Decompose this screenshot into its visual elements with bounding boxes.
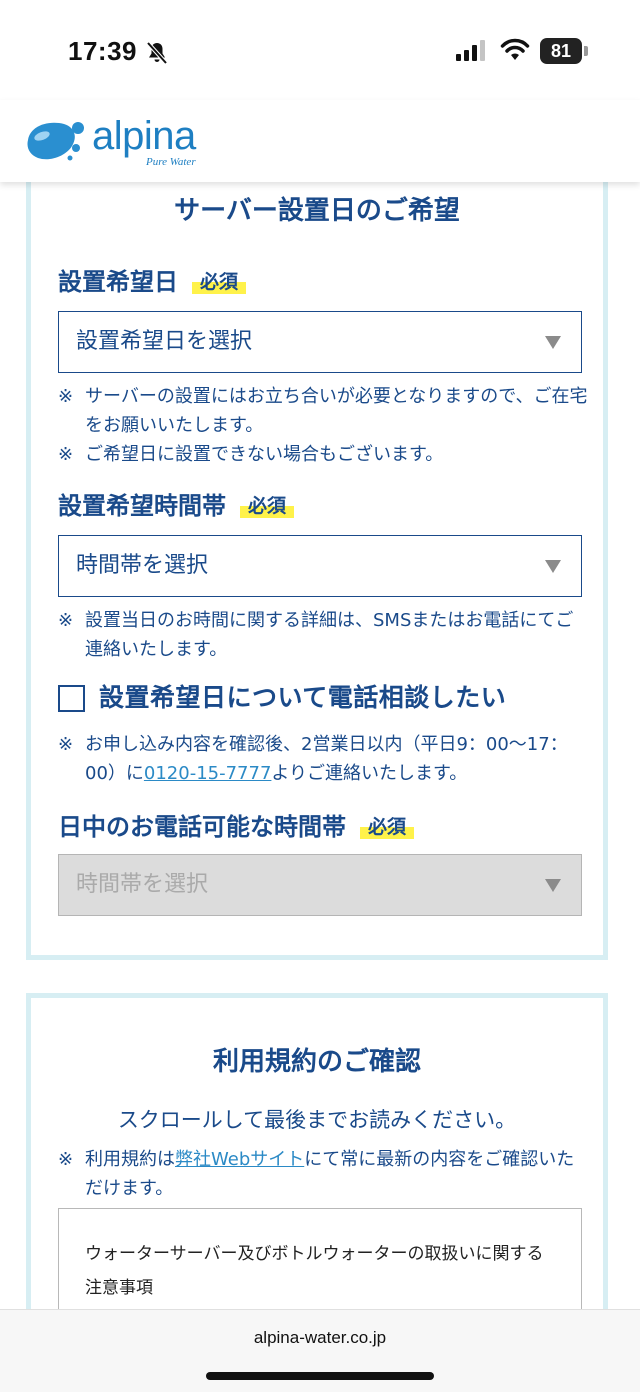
required-badge: 必須	[360, 812, 415, 839]
install-date-label: 設置希望日 必須	[58, 262, 247, 297]
browser-address-bar[interactable]: alpina-water.co.jp	[0, 1309, 640, 1392]
required-badge: 必須	[240, 491, 295, 518]
install-date-note-2: ※ ご希望日に設置できない場合もございます。	[58, 440, 588, 469]
note-mark: ※	[58, 386, 74, 407]
install-date-select[interactable]: 設置希望日を選択	[58, 311, 582, 373]
terms-title: 利用規約のご確認	[212, 1047, 421, 1077]
install-date-label-text: 設置希望日	[58, 268, 178, 296]
page-content[interactable]: サーバー設置日のご希望 設置希望日 必須 設置希望日を選択 ※ サーバーの設置には…	[0, 182, 640, 1309]
home-indicator[interactable]	[206, 1372, 434, 1380]
note-text-before: 利用規約は	[85, 1149, 175, 1170]
daytime-label: 日中のお電話可能な時間帯 必須	[58, 807, 415, 842]
terms-section: 利用規約のご確認 スクロールして最後までお読みください。 ※ 利用規約は弊社We…	[26, 993, 608, 1309]
install-time-label: 設置希望時間帯 必須	[58, 486, 295, 521]
install-date-select-value: 設置希望日を選択	[76, 329, 253, 354]
dropdown-arrow-icon	[545, 879, 561, 892]
daytime-select[interactable]: 時間帯を選択	[58, 854, 582, 916]
status-bar: 17:39 81	[0, 0, 640, 100]
daytime-select-value: 時間帯を選択	[76, 872, 209, 897]
install-time-select-value: 時間帯を選択	[76, 553, 209, 578]
phone-consult-checkbox[interactable]	[58, 685, 85, 712]
section-title: サーバー設置日のご希望	[174, 196, 460, 226]
status-time: 17:39	[68, 36, 137, 66]
note-text: ご希望日に設置できない場合もございます。	[85, 444, 444, 465]
note-text-after: よりご連絡いたします。	[271, 763, 468, 784]
install-time-select[interactable]: 時間帯を選択	[58, 535, 582, 597]
terms-body: ウォーターサーバー及びボトルウォーターの取扱いに関する注意事項	[85, 1244, 544, 1298]
note-mark: ※	[58, 610, 74, 631]
install-date-section: サーバー設置日のご希望 設置希望日 必須 設置希望日を選択 ※ サーバーの設置には…	[26, 182, 608, 960]
site-header: alpina Pure Water	[0, 100, 640, 182]
note-text: 設置当日のお時間に関する詳細は、SMSまたはお電話にてご連絡いたします。	[85, 610, 574, 660]
phone-consult-note: ※ お申し込み内容を確認後、2営業日以内（平日9：00〜17：00）に0120-…	[58, 730, 588, 788]
phone-consult-label[interactable]: 設置希望日について電話相談したい	[99, 678, 506, 714]
water-drop-logo-icon[interactable]	[26, 118, 90, 166]
terms-scroll-box[interactable]: ウォーターサーバー及びボトルウォーターの取扱いに関する注意事項	[58, 1208, 582, 1309]
battery-icon: 81	[540, 38, 582, 64]
note-mark: ※	[58, 734, 74, 755]
dropdown-arrow-icon	[545, 336, 561, 349]
wifi-icon	[500, 38, 530, 60]
note-mark: ※	[58, 444, 74, 465]
note-mark: ※	[58, 1149, 74, 1170]
terms-lead: スクロールして最後までお読みください。	[117, 1108, 517, 1132]
note-text: 利用規約は弊社Webサイトにて常に最新の内容をご確認いただけます。	[58, 1145, 588, 1203]
bell-muted-icon	[146, 41, 168, 65]
dropdown-arrow-icon	[545, 560, 561, 573]
logo-wordmark[interactable]: alpina	[92, 114, 196, 159]
install-time-label-text: 設置希望時間帯	[58, 492, 226, 520]
daytime-label-text: 日中のお電話可能な時間帯	[58, 813, 346, 841]
logo-tagline: Pure Water	[146, 156, 196, 168]
cellular-signal-icon	[456, 40, 485, 61]
install-time-note: ※ 設置当日のお時間に関する詳細は、SMSまたはお電話にてご連絡いたします。	[58, 606, 588, 664]
phone-number-link[interactable]: 0120-15-7777	[144, 763, 272, 784]
required-badge: 必須	[192, 267, 247, 294]
company-website-link[interactable]: 弊社Webサイト	[175, 1149, 304, 1170]
url-text[interactable]: alpina-water.co.jp	[0, 1328, 640, 1348]
note-text: サーバーの設置にはお立ち合いが必要となりますので、ご在宅をお願いいたします。	[85, 386, 588, 436]
note-text: お申し込み内容を確認後、2営業日以内（平日9：00〜17：00）に0120-15…	[58, 730, 588, 788]
install-date-note-1: ※ サーバーの設置にはお立ち合いが必要となりますので、ご在宅をお願いいたします。	[58, 382, 588, 440]
terms-note: ※ 利用規約は弊社Webサイトにて常に最新の内容をご確認いただけます。	[58, 1145, 588, 1203]
battery-nub	[584, 46, 588, 56]
